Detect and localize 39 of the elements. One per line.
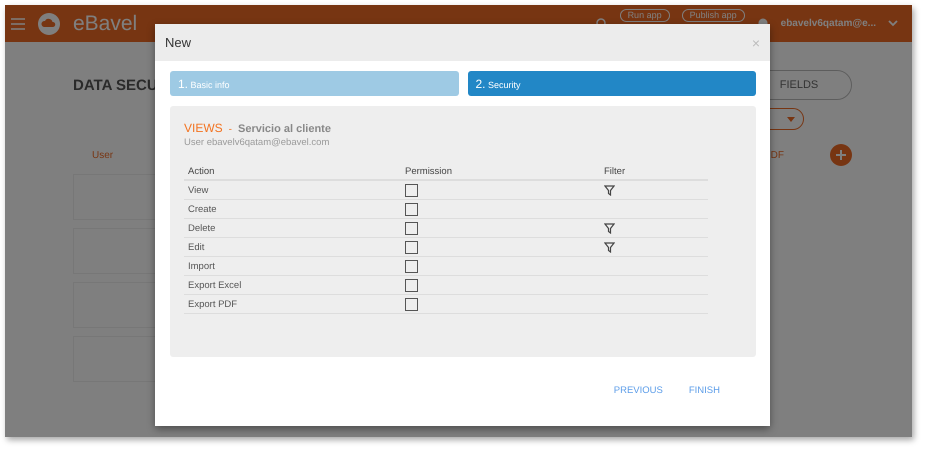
user-email[interactable]: ebavelv6qatam@e... bbox=[780, 18, 876, 29]
permission-checkbox[interactable] bbox=[405, 298, 418, 310]
header-button[interactable]: Publish app bbox=[682, 9, 745, 22]
close-button[interactable]: × bbox=[752, 34, 760, 50]
column-header: Filter bbox=[600, 163, 708, 181]
step-tab[interactable]: 2. Security bbox=[468, 71, 756, 96]
section-name: Servicio al cliente bbox=[238, 123, 331, 135]
dialog-button[interactable]: FINISH bbox=[688, 385, 720, 396]
column-header: Action bbox=[184, 163, 401, 181]
action-cell: Edit bbox=[184, 238, 401, 257]
dialog-button[interactable]: PREVIOUS bbox=[614, 385, 663, 396]
filter-icon[interactable] bbox=[604, 184, 615, 196]
app-logo: eBavel bbox=[73, 12, 138, 36]
action-cell: Import bbox=[184, 257, 401, 276]
step-tab[interactable]: 1. Basic info bbox=[170, 71, 458, 96]
permission-checkbox[interactable] bbox=[405, 240, 418, 254]
caret-icon bbox=[787, 116, 795, 122]
action-cell: View bbox=[184, 181, 401, 200]
action-cell: Export PDF bbox=[184, 295, 401, 314]
header-button[interactable]: Run app bbox=[620, 9, 670, 22]
permission-checkbox[interactable] bbox=[405, 222, 418, 234]
section-kind: VIEWS bbox=[184, 121, 223, 135]
action-cell: Create bbox=[184, 200, 401, 219]
action-cell: Delete bbox=[184, 219, 401, 238]
cloud-logo-icon bbox=[37, 12, 61, 36]
permission-checkbox[interactable] bbox=[405, 260, 418, 272]
plus-icon bbox=[836, 150, 846, 160]
separator-text: - bbox=[228, 124, 232, 135]
column-header: User bbox=[92, 150, 114, 160]
column-header: DF bbox=[770, 150, 784, 160]
action-cell: Export Excel bbox=[184, 276, 401, 295]
filter-icon[interactable] bbox=[604, 242, 615, 252]
column-header: Permission bbox=[401, 163, 600, 181]
filter-icon[interactable] bbox=[604, 222, 615, 234]
permission-checkbox[interactable] bbox=[405, 184, 418, 196]
permission-checkbox[interactable] bbox=[405, 278, 418, 292]
permission-checkbox[interactable] bbox=[405, 202, 418, 216]
user-label: User ebavelv6qatam@ebavel.com bbox=[184, 137, 330, 148]
dialog-title: New bbox=[165, 35, 192, 50]
